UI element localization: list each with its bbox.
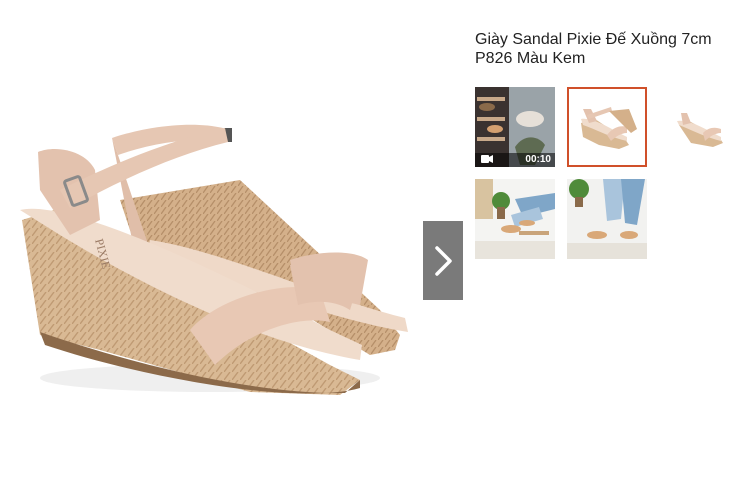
video-camera-icon: [481, 155, 493, 163]
thumbnail-image[interactable]: [659, 87, 739, 167]
chevron-right-icon: [435, 245, 452, 276]
thumbnail-image-selected[interactable]: [567, 87, 647, 167]
next-image-button[interactable]: [423, 221, 463, 300]
product-title: Giày Sandal Pixie Đế Xuồng 7cm P826 Màu …: [475, 31, 712, 67]
video-duration: 00:10: [525, 154, 551, 165]
main-product-image: PIXIE: [0, 60, 420, 420]
thumbnail-image[interactable]: [475, 179, 555, 259]
thumbnail-video[interactable]: 00:10: [475, 87, 555, 167]
thumbnail-image[interactable]: [567, 179, 647, 259]
